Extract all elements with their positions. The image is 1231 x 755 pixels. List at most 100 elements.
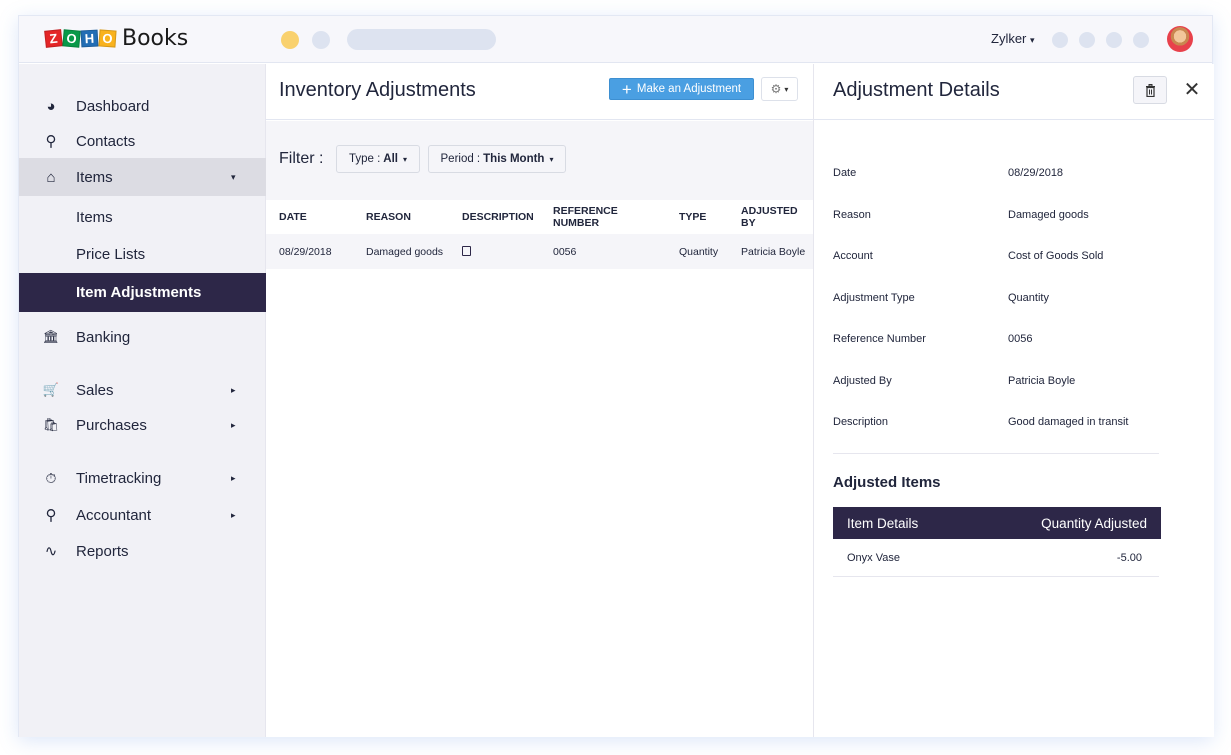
adjusted-items-table: Item Details Quantity Adjusted Onyx Vase…: [833, 507, 1161, 577]
search-placeholder-bar[interactable]: [347, 29, 496, 50]
zoho-books-logo[interactable]: Z O H O Books: [44, 26, 189, 51]
bank-icon: 🏛: [42, 329, 60, 344]
org-name: Zylker: [991, 31, 1027, 46]
sidebar-item-purchases[interactable]: 🛍 Purchases ▸: [19, 406, 266, 444]
placeholder-dot[interactable]: [312, 31, 330, 49]
basket-icon: ⌂: [46, 168, 56, 186]
placeholder-icon[interactable]: [1052, 32, 1068, 48]
cell-type: Quantity: [666, 234, 728, 269]
brand-name: Books: [122, 26, 189, 51]
chevron-down-icon: ▾: [403, 154, 408, 164]
sidebar-item-label: Purchases: [76, 416, 147, 434]
logo-tile: O: [62, 29, 81, 48]
item-name: Onyx Vase: [847, 551, 900, 564]
sidebar-subitem-item-adjustments[interactable]: Item Adjustments: [19, 273, 266, 312]
column-header-description[interactable]: DESCRIPTION: [449, 200, 540, 234]
column-header-type[interactable]: TYPE: [666, 200, 728, 234]
sidebar-item-dashboard[interactable]: ◕ Dashboard: [19, 87, 266, 125]
adjustment-details-pane: Adjustment Details ✕ Date 08/29/2018 Rea…: [813, 64, 1214, 737]
plus-icon: +: [621, 79, 632, 99]
sidebar-item-banking[interactable]: 🏛 Banking: [19, 318, 266, 356]
delete-button[interactable]: [1133, 76, 1167, 104]
cart-icon: 🛒: [42, 382, 60, 397]
reports-icon: ∿: [44, 543, 58, 560]
detail-value: Damaged goods: [1008, 209, 1089, 221]
detail-label: Reference Number: [833, 333, 926, 345]
column-header-adjusted-by[interactable]: ADJUSTED BY: [728, 200, 813, 234]
column-header-date[interactable]: DATE: [266, 200, 353, 234]
period-filter-dropdown[interactable]: Period : This Month ▾: [428, 145, 566, 173]
sidebar-item-timetracking[interactable]: ⏱ Timetracking ▸: [19, 459, 266, 497]
stopwatch-icon: ⏱: [45, 469, 57, 486]
filter-key: Period :: [440, 153, 481, 165]
filter-value: All: [383, 153, 398, 165]
placeholder-icon[interactable]: [1079, 32, 1095, 48]
user-avatar[interactable]: [1167, 26, 1193, 52]
detail-value: Quantity: [1008, 292, 1049, 304]
sidebar-item-label: Price Lists: [76, 245, 146, 263]
detail-label: Date: [833, 167, 857, 179]
column-header-item-details: Item Details: [847, 515, 919, 531]
chevron-right-icon: ▸: [231, 419, 236, 430]
column-header-reason[interactable]: REASON: [353, 200, 449, 234]
settings-dropdown-button[interactable]: ⚙ ▾: [761, 77, 798, 101]
type-filter-dropdown[interactable]: Type : All ▾: [336, 145, 420, 173]
adjustments-list-pane: Inventory Adjustments + Make an Adjustme…: [266, 64, 813, 737]
cell-reason: Damaged goods: [353, 234, 449, 269]
chevron-right-icon: ▸: [231, 472, 236, 483]
sidebar-item-contacts[interactable]: ⚲ Contacts: [19, 122, 266, 160]
sidebar-item-sales[interactable]: 🛒 Sales ▸: [19, 371, 266, 409]
sidebar-item-items[interactable]: ⌂ Items ▾: [19, 158, 266, 196]
sidebar-item-label: Sales: [76, 381, 114, 399]
placeholder-icon[interactable]: [1106, 32, 1122, 48]
detail-label: Adjusted By: [833, 375, 892, 387]
placeholder-icon[interactable]: [1133, 32, 1149, 48]
trash-icon: [1145, 83, 1155, 97]
dashboard-icon: ◕: [46, 97, 56, 115]
sidebar-subitem-price-lists[interactable]: Price Lists: [19, 235, 266, 273]
sidebar-item-label: Items: [76, 168, 113, 186]
page-title: Inventory Adjustments: [279, 79, 476, 101]
table-row[interactable]: 08/29/2018 Damaged goods 0056 Quantity P…: [266, 234, 813, 269]
table-header-row: DATE REASON DESCRIPTION REFERENCE NUMBER…: [266, 200, 813, 234]
make-adjustment-button[interactable]: + Make an Adjustment: [609, 78, 754, 100]
sidebar-subitem-items[interactable]: Items: [19, 198, 266, 236]
cell-reference: 0056: [540, 234, 666, 269]
sidebar-item-label: Items: [76, 208, 113, 226]
chevron-down-icon: ▾: [549, 154, 554, 164]
make-adjustment-label: Make an Adjustment: [636, 83, 742, 95]
detail-label: Reason: [833, 209, 871, 221]
sidebar-item-reports[interactable]: ∿ Reports: [19, 532, 266, 570]
close-icon[interactable]: ✕: [1180, 77, 1204, 101]
sidebar-item-label: Reports: [76, 542, 129, 560]
sidebar: ◕ Dashboard ⚲ Contacts ⌂ Items ▾ Items P…: [19, 64, 266, 737]
detail-label: Description: [833, 416, 889, 428]
detail-label: Adjustment Type: [833, 292, 915, 304]
cell-date: 08/29/2018: [266, 234, 353, 269]
detail-row-description: Description Good damaged in transit: [833, 416, 1128, 428]
sidebar-item-label: Item Adjustments: [76, 284, 202, 301]
chevron-down-icon: ▾: [1030, 35, 1035, 45]
column-header-reference-number[interactable]: REFERENCE NUMBER: [540, 200, 666, 234]
logo-tile: Z: [44, 29, 63, 48]
sidebar-item-label: Timetracking: [76, 469, 162, 487]
sidebar-item-label: Contacts: [76, 132, 136, 150]
note-icon[interactable]: [462, 246, 471, 256]
filter-value: This Month: [483, 153, 545, 165]
org-switcher[interactable]: Zylker ▾: [991, 31, 1035, 46]
detail-value: Good damaged in transit: [1008, 416, 1129, 428]
adjustments-table: DATE REASON DESCRIPTION REFERENCE NUMBER…: [266, 200, 813, 269]
detail-value: 0056: [1008, 333, 1033, 345]
detail-row-account: Account Cost of Goods Sold: [833, 250, 1103, 262]
details-title: Adjustment Details: [833, 79, 1000, 101]
sidebar-item-label: Dashboard: [76, 97, 150, 115]
chevron-down-icon: ▾: [784, 84, 789, 94]
list-header: Inventory Adjustments + Make an Adjustme…: [266, 64, 813, 120]
cell-description: [449, 234, 540, 269]
detail-row-adjusted-by: Adjusted By Patricia Boyle: [833, 375, 1075, 387]
sidebar-item-accountant[interactable]: ⚲ Accountant ▸: [19, 496, 266, 534]
contacts-icon: ⚲: [45, 133, 57, 150]
placeholder-dot-yellow[interactable]: [281, 31, 299, 49]
filter-label: Filter :: [279, 150, 324, 167]
bag-icon: 🛍: [42, 417, 60, 432]
